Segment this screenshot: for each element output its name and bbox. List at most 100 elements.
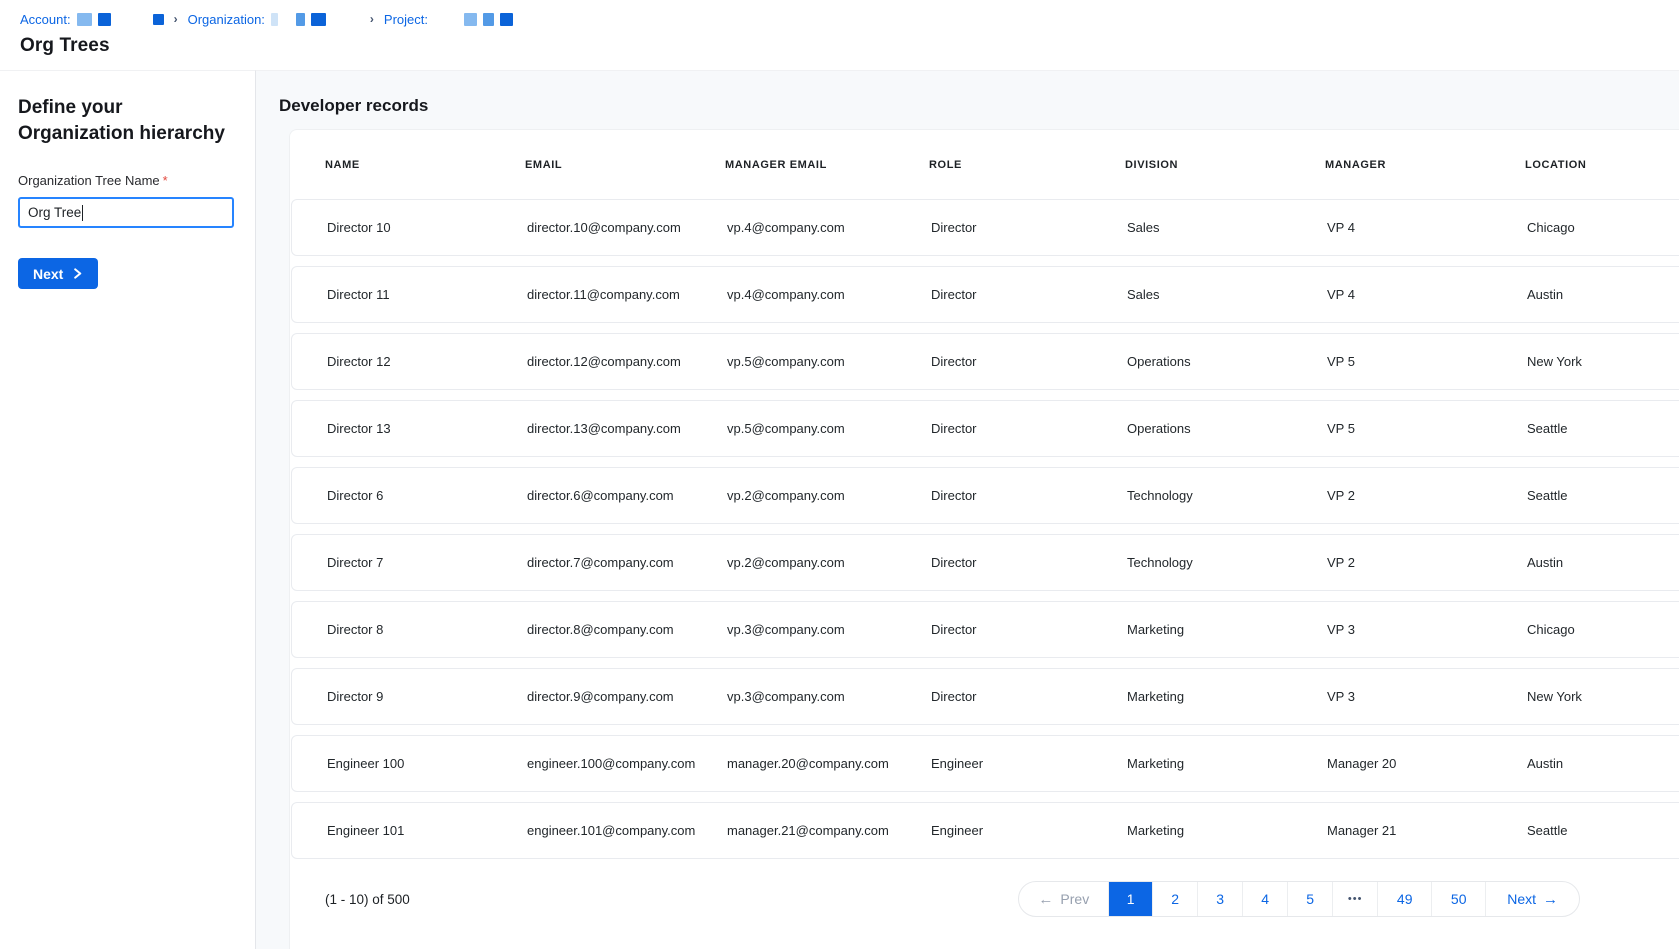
cell-email: director.8@company.com — [527, 622, 727, 637]
cell-manager-email: manager.20@company.com — [727, 756, 931, 771]
pagination-prev-button[interactable]: ← Prev — [1019, 882, 1108, 916]
cell-manager-email: vp.2@company.com — [727, 555, 931, 570]
cell-manager: VP 4 — [1327, 220, 1527, 235]
breadcrumb: Account: › Organization: › Project: — [20, 10, 1679, 28]
breadcrumb-organization-link[interactable]: Organization: — [188, 12, 265, 27]
breadcrumb-project-link[interactable]: Project: — [384, 12, 428, 27]
cell-role: Director — [931, 220, 1127, 235]
next-button[interactable]: Next — [18, 258, 98, 289]
table-row[interactable]: Engineer 101 engineer.101@company.com ma… — [291, 802, 1679, 859]
column-header-division: DIVISION — [1125, 159, 1325, 171]
cell-manager: VP 4 — [1327, 287, 1527, 302]
column-header-email: EMAIL — [525, 159, 725, 171]
table-row[interactable]: Director 8 director.8@company.com vp.3@c… — [291, 601, 1679, 658]
cell-email: director.10@company.com — [527, 220, 727, 235]
redacted-account-value — [98, 13, 111, 26]
table-row[interactable]: Director 10 director.10@company.com vp.4… — [291, 199, 1679, 256]
pagination-next-button[interactable]: Next → — [1485, 882, 1579, 916]
next-button-label: Next — [33, 266, 63, 282]
cell-manager: VP 2 — [1327, 555, 1527, 570]
cell-email: engineer.101@company.com — [527, 823, 727, 838]
pagination-summary: (1 - 10) of 500 — [325, 892, 410, 907]
cell-manager: Manager 20 — [1327, 756, 1527, 771]
next-label: Next — [1507, 891, 1536, 907]
cell-manager: VP 5 — [1327, 354, 1527, 369]
pagination-page-50[interactable]: 50 — [1431, 882, 1485, 916]
cell-name: Engineer 101 — [327, 823, 527, 838]
cell-role: Director — [931, 354, 1127, 369]
redacted-project-value — [500, 13, 513, 26]
cell-email: director.13@company.com — [527, 421, 727, 436]
cell-location: New York — [1527, 354, 1679, 369]
redacted-organization-value — [271, 13, 278, 26]
cell-name: Director 9 — [327, 689, 527, 704]
cell-location: Chicago — [1527, 622, 1679, 637]
breadcrumb-account-link[interactable]: Account: — [20, 12, 71, 27]
table-row[interactable]: Engineer 100 engineer.100@company.com ma… — [291, 735, 1679, 792]
table-header-row: NAME EMAIL MANAGER EMAIL ROLE DIVISION M… — [290, 130, 1679, 199]
redacted-organization-value — [296, 13, 305, 26]
cell-manager: VP 3 — [1327, 622, 1527, 637]
cell-division: Operations — [1127, 354, 1327, 369]
cell-division: Technology — [1127, 555, 1327, 570]
cell-name: Director 8 — [327, 622, 527, 637]
tree-name-label-text: Organization Tree Name — [18, 173, 160, 188]
cell-role: Director — [931, 555, 1127, 570]
cell-manager-email: vp.4@company.com — [727, 220, 931, 235]
table-row[interactable]: Director 7 director.7@company.com vp.2@c… — [291, 534, 1679, 591]
table-row[interactable]: Director 13 director.13@company.com vp.5… — [291, 400, 1679, 457]
cell-location: Seattle — [1527, 823, 1679, 838]
cell-email: director.7@company.com — [527, 555, 727, 570]
cell-location: Austin — [1527, 287, 1679, 302]
chevron-right-icon: › — [170, 12, 182, 26]
cell-name: Director 13 — [327, 421, 527, 436]
cell-manager-email: vp.5@company.com — [727, 421, 931, 436]
redacted-account-value — [153, 14, 164, 25]
pagination-page-5[interactable]: 5 — [1287, 882, 1332, 916]
pagination-page-3[interactable]: 3 — [1197, 882, 1242, 916]
table-row[interactable]: Director 11 director.11@company.com vp.4… — [291, 266, 1679, 323]
org-tree-name-value: Org Tree — [28, 205, 81, 220]
cell-location: Chicago — [1527, 220, 1679, 235]
table-row[interactable]: Director 12 director.12@company.com vp.5… — [291, 333, 1679, 390]
tree-name-label: Organization Tree Name* — [18, 173, 237, 188]
sidebar-heading: Define your Organization hierarchy — [18, 95, 233, 147]
org-hierarchy-sidebar: Define your Organization hierarchy Organ… — [0, 70, 256, 949]
cell-email: director.12@company.com — [527, 354, 727, 369]
cell-manager-email: manager.21@company.com — [727, 823, 931, 838]
org-tree-name-input[interactable]: Org Tree — [18, 197, 234, 228]
pagination-ellipsis[interactable]: ••• — [1332, 882, 1377, 916]
cell-location: Seattle — [1527, 421, 1679, 436]
cell-name: Director 6 — [327, 488, 527, 503]
cell-role: Director — [931, 622, 1127, 637]
table-row[interactable]: Director 9 director.9@company.com vp.3@c… — [291, 668, 1679, 725]
cell-role: Engineer — [931, 823, 1127, 838]
cell-role: Director — [931, 287, 1127, 302]
pagination-page-2[interactable]: 2 — [1152, 882, 1197, 916]
pagination-page-4[interactable]: 4 — [1242, 882, 1287, 916]
cell-role: Director — [931, 488, 1127, 503]
chevron-right-icon — [72, 268, 83, 279]
table-row[interactable]: Director 6 director.6@company.com vp.2@c… — [291, 467, 1679, 524]
page-title: Org Trees — [20, 35, 1679, 57]
cell-manager-email: vp.4@company.com — [727, 287, 931, 302]
cell-name: Engineer 100 — [327, 756, 527, 771]
cell-division: Sales — [1127, 220, 1327, 235]
cell-manager: VP 2 — [1327, 488, 1527, 503]
cell-division: Marketing — [1127, 689, 1327, 704]
cell-division: Marketing — [1127, 622, 1327, 637]
cell-location: Austin — [1527, 555, 1679, 570]
pagination-page-1[interactable]: 1 — [1108, 882, 1152, 916]
cell-manager: VP 3 — [1327, 689, 1527, 704]
column-header-name: NAME — [325, 159, 525, 171]
pagination-bar: (1 - 10) of 500 ← Prev 1 2 3 4 5 ••• 49 … — [290, 869, 1679, 917]
cell-name: Director 10 — [327, 220, 527, 235]
required-asterisk: * — [163, 173, 168, 188]
cell-name: Director 12 — [327, 354, 527, 369]
redacted-account-value — [77, 13, 92, 26]
pagination-controls: ← Prev 1 2 3 4 5 ••• 49 50 Next → — [1018, 881, 1580, 917]
cell-division: Marketing — [1127, 756, 1327, 771]
column-header-location: LOCATION — [1525, 159, 1679, 171]
pagination-page-49[interactable]: 49 — [1377, 882, 1431, 916]
cell-email: engineer.100@company.com — [527, 756, 727, 771]
